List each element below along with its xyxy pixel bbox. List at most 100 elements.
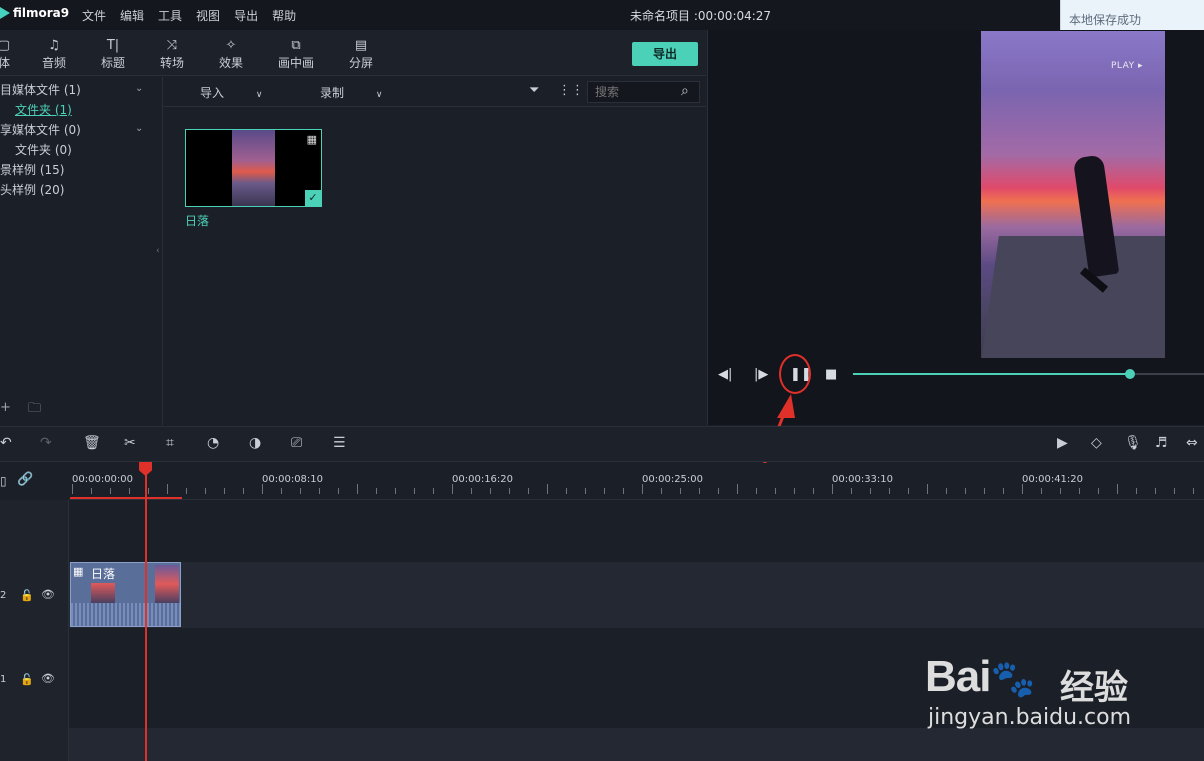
ruler-tick — [585, 488, 586, 494]
eye-icon[interactable]: 👁 — [41, 672, 55, 685]
split-screen-icon: ▤ — [354, 38, 368, 53]
color-icon[interactable]: ◑ — [249, 435, 261, 451]
ruler-tick — [1155, 488, 1156, 494]
film-icon: ▦ — [306, 133, 317, 146]
tab-media[interactable]: ▢ 体 — [0, 38, 26, 71]
ruler-tick — [91, 488, 92, 494]
watermark-brand-suffix: 经验 — [1060, 668, 1128, 708]
tab-pip[interactable]: ⧉ 画中画 — [268, 38, 324, 71]
menu-help[interactable]: 帮助 — [272, 7, 296, 24]
marker-icon[interactable]: ◇ — [1091, 435, 1102, 451]
fit-timeline-icon[interactable]: ⇔ — [1186, 435, 1198, 451]
ruler-tick — [1193, 488, 1194, 494]
ruler-tick — [1079, 488, 1080, 494]
chevron-down-icon: ∨ — [375, 90, 383, 100]
library-folder-1[interactable]: 文件夹 (1) — [15, 101, 72, 118]
library-intro-samples[interactable]: 头样例 (20) — [0, 181, 64, 198]
app-name: filmora9 — [13, 6, 70, 20]
redo-icon[interactable]: ↷ — [40, 435, 52, 451]
playhead-line[interactable] — [145, 463, 147, 761]
eye-icon[interactable]: 👁 — [41, 588, 55, 601]
tab-effects[interactable]: ✧ 效果 — [209, 38, 253, 71]
grid-view-icon[interactable]: ⋮⋮ — [558, 83, 584, 98]
cut-icon[interactable]: ✂ — [124, 435, 136, 451]
green-screen-icon[interactable]: ⎚ — [291, 435, 302, 451]
ruler-tick — [319, 488, 320, 494]
ruler-tick — [965, 488, 966, 494]
ruler-tick — [471, 488, 472, 494]
ruler-tick — [262, 484, 263, 494]
ruler-tick — [205, 488, 206, 494]
import-dropdown[interactable]: 导入 ∨ — [200, 84, 262, 101]
menu-export[interactable]: 导出 — [234, 7, 258, 24]
adjust-icon[interactable]: ☰ — [333, 435, 346, 451]
tab-titles-label: 标题 — [100, 56, 125, 70]
timeline-clip[interactable]: ▦ 日落 — [70, 562, 181, 627]
tab-transitions[interactable]: ⤨ 转场 — [150, 38, 194, 71]
library-folder-2[interactable]: 文件夹 (0) — [15, 141, 72, 158]
collapse-panel-icon[interactable]: ‹ — [156, 246, 160, 256]
tab-titles[interactable]: T| 标题 — [91, 38, 135, 71]
ruler-tick — [756, 488, 757, 494]
ruler-tick — [243, 488, 244, 494]
ruler-tick — [775, 488, 776, 494]
timecode-label: 00:00:33:10 — [832, 474, 894, 485]
library-background-samples[interactable]: 景样例 (15) — [0, 161, 64, 178]
thumbnail-image — [232, 130, 275, 206]
menu-edit[interactable]: 编辑 — [120, 7, 144, 24]
search-icon[interactable]: ⌕ — [681, 83, 689, 99]
delete-icon[interactable]: 🗑 — [83, 435, 101, 451]
timecode-label: 00:00:00:00 — [72, 474, 134, 485]
ruler-tick — [1174, 488, 1175, 494]
ruler-tick — [509, 488, 510, 494]
track-headers — [0, 500, 69, 761]
preview-video-frame — [981, 31, 1165, 358]
export-button[interactable]: 导出 — [632, 42, 698, 66]
menu-tools[interactable]: 工具 — [158, 7, 182, 24]
library-shared-media[interactable]: 享媒体文件 (0) — [0, 121, 81, 138]
audio-mixer-icon[interactable]: ♬ — [1155, 435, 1168, 451]
crop-icon[interactable]: ⌗ — [166, 435, 174, 451]
record-dropdown[interactable]: 录制 ∨ — [320, 84, 382, 101]
undo-icon[interactable]: ↶ — [0, 435, 12, 451]
timecode-label: 00:00:16:20 — [452, 474, 514, 485]
previous-frame-icon[interactable]: ◀| — [718, 367, 732, 382]
menu-view[interactable]: 视图 — [196, 7, 220, 24]
ruler-tick — [395, 488, 396, 494]
tab-audio[interactable]: ♫ 音频 — [32, 38, 76, 71]
render-icon[interactable]: ▶ — [1057, 435, 1068, 451]
tab-audio-label: 音频 — [41, 56, 66, 70]
ruler-tick — [1022, 484, 1023, 494]
tab-split-screen[interactable]: ▤ 分屏 — [339, 38, 383, 71]
ruler-selection-range — [70, 497, 182, 499]
ruler-tick — [623, 488, 624, 494]
next-frame-icon[interactable]: |▶ — [754, 367, 768, 382]
delete-folder-icon[interactable]: 🗀 — [28, 399, 41, 421]
chevron-down-icon: ∨ — [255, 90, 263, 100]
menu-file[interactable]: 文件 — [82, 7, 106, 24]
media-thumbnail[interactable]: ▦ ✓ — [185, 129, 322, 207]
timecode-label: 00:00:25:00 — [642, 474, 704, 485]
lock-icon[interactable]: 🔓 — [20, 589, 34, 602]
ruler-tick — [300, 488, 301, 494]
microphone-icon[interactable]: 🎙 — [1124, 435, 1142, 451]
track-number: 2 — [0, 590, 7, 601]
ruler-tick — [661, 488, 662, 494]
stop-icon[interactable]: ■ — [825, 367, 837, 382]
ruler-tick — [737, 484, 738, 494]
track-audio — [69, 728, 1204, 761]
check-icon: ✓ — [305, 190, 321, 206]
track-manager-icon[interactable]: ▯ — [0, 474, 7, 488]
ruler-tick — [338, 488, 339, 494]
ruler-tick — [452, 484, 453, 494]
ruler-tick — [870, 488, 871, 494]
add-folder-icon[interactable]: + — [0, 400, 11, 415]
ruler-tick — [680, 488, 681, 494]
lock-icon[interactable]: 🔓 — [20, 673, 34, 686]
track-empty — [69, 500, 1204, 562]
filter-icon[interactable]: ⏷ — [529, 83, 539, 98]
speed-icon[interactable]: ◔ — [207, 435, 219, 451]
tab-transitions-label: 转场 — [159, 56, 184, 70]
library-project-media[interactable]: 目媒体文件 (1) — [0, 81, 81, 98]
link-icon[interactable]: 🔗 — [17, 472, 33, 487]
